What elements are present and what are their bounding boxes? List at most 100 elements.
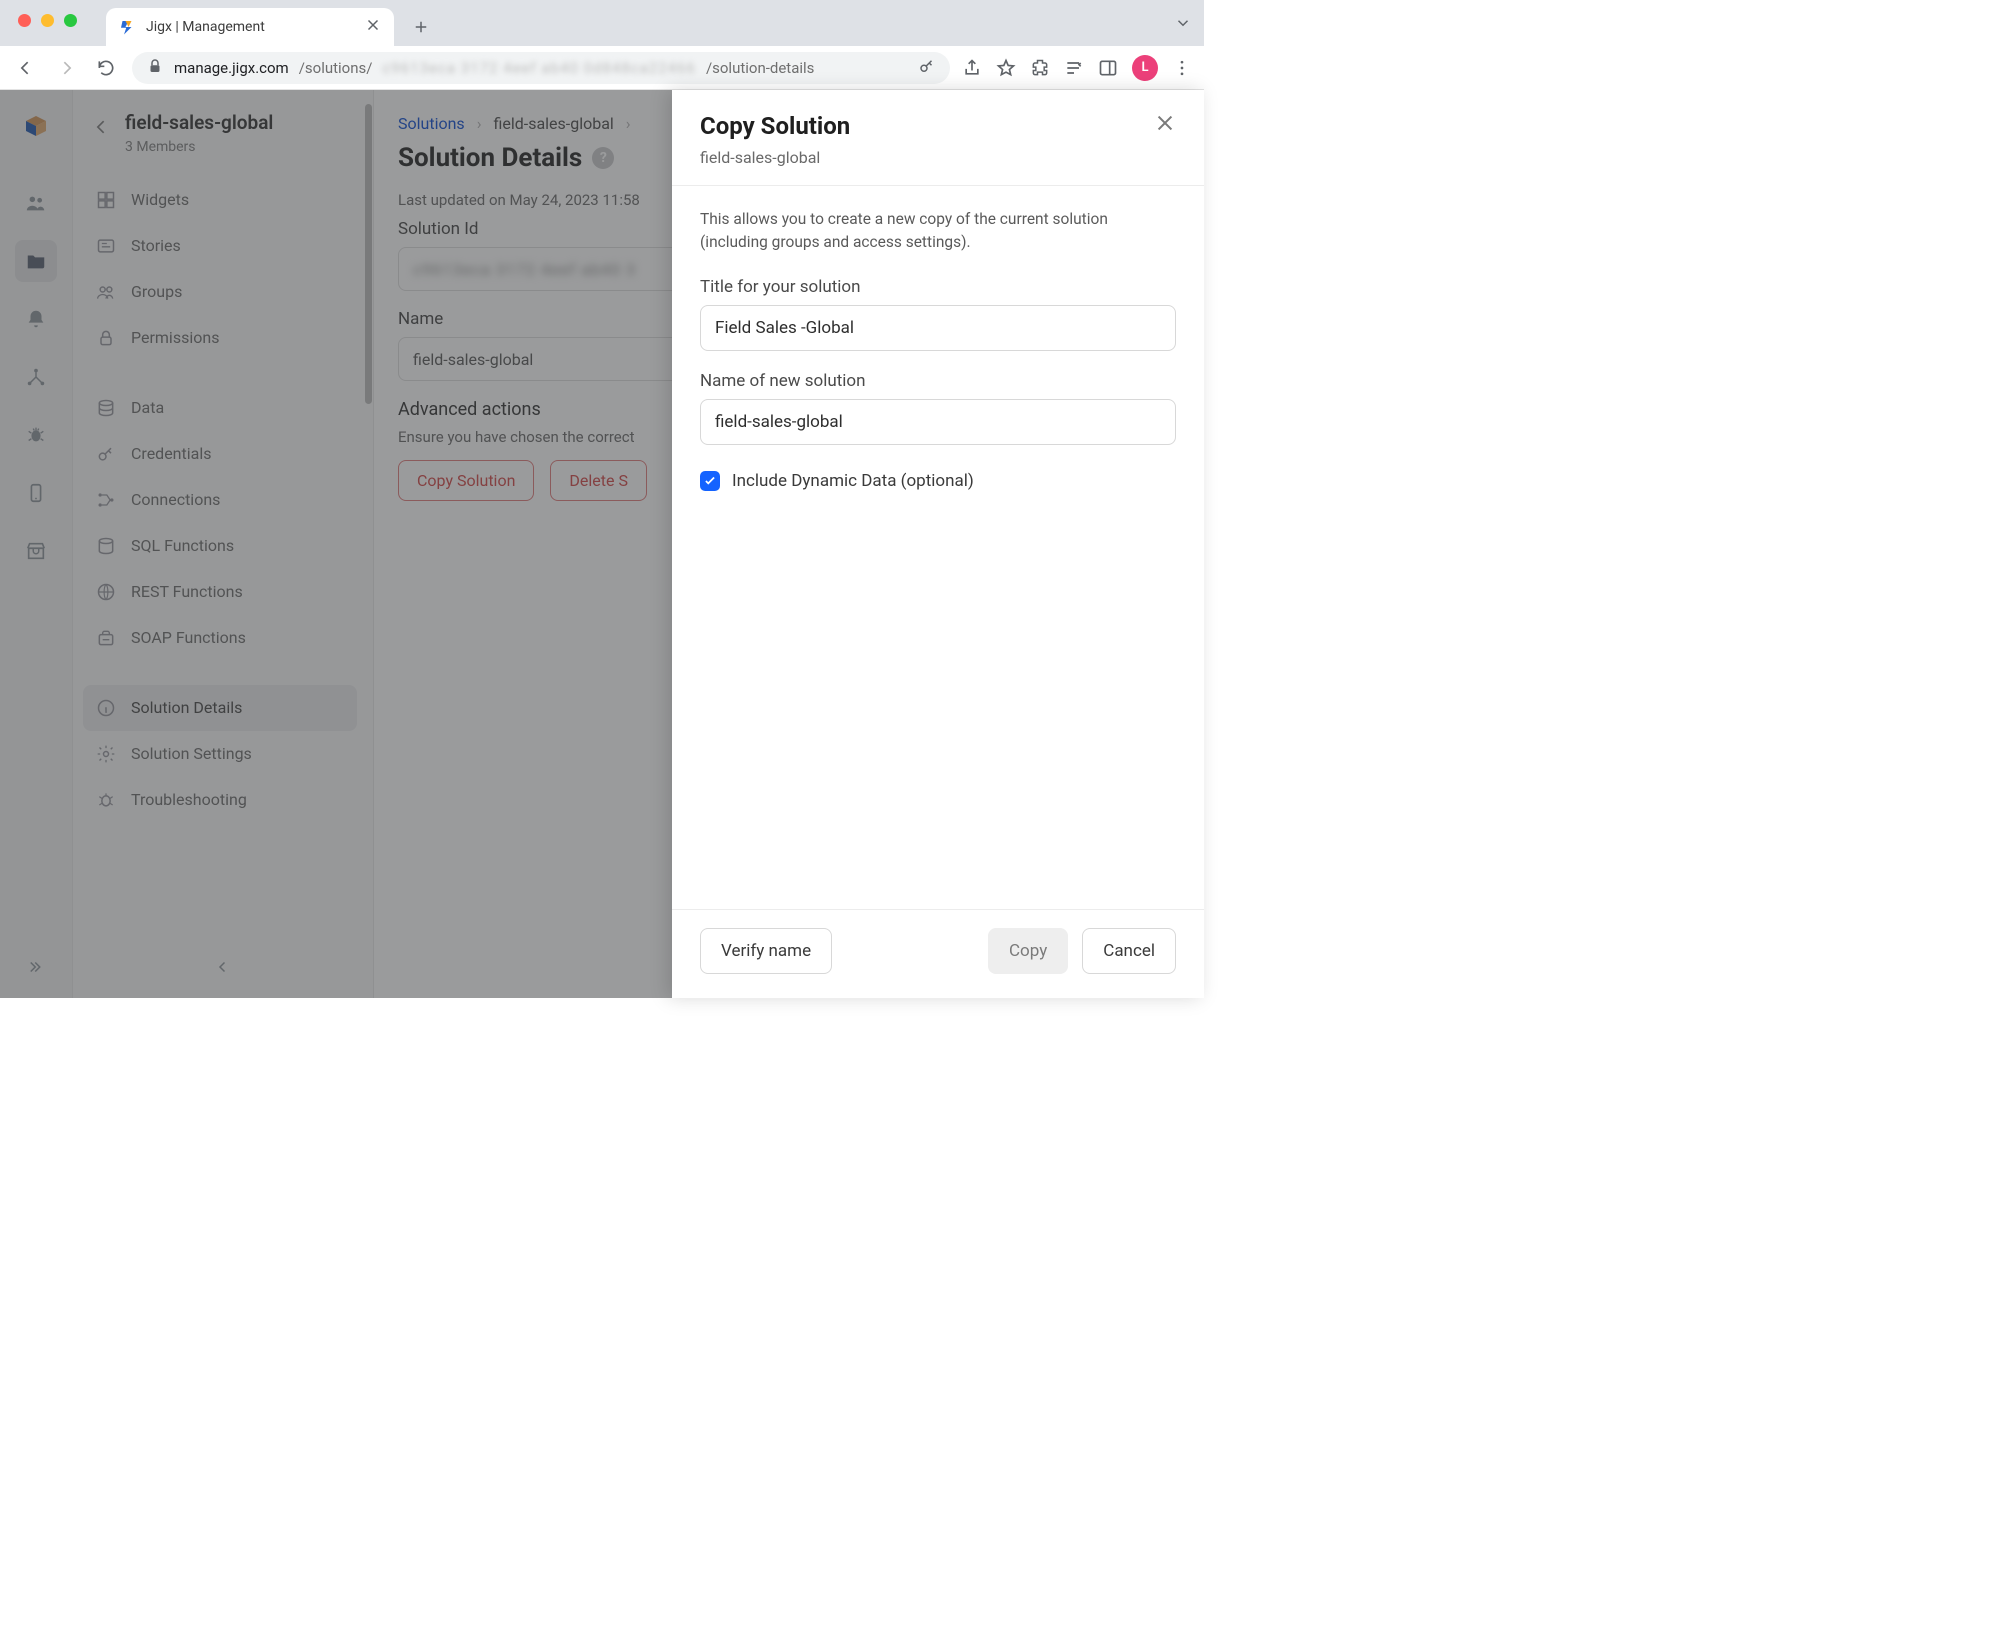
modal-name-input-label: Name of new solution <box>700 371 1176 391</box>
sidebar-item-permissions[interactable]: Permissions <box>83 315 357 361</box>
stories-icon <box>95 235 117 257</box>
star-icon[interactable] <box>996 58 1016 78</box>
lock-icon <box>146 57 164 79</box>
chevron-right-icon: › <box>626 114 631 133</box>
sidebar-item-data[interactable]: Data <box>83 385 357 431</box>
url-obscured-segment: c9613eca 3172 4eef ab40 0d848ca22466 <box>382 59 695 77</box>
sidebar-item-rest-functions[interactable]: REST Functions <box>83 569 357 615</box>
url-host: manage.jigx.com <box>174 59 289 77</box>
groups-icon <box>95 281 117 303</box>
sidebar-item-label: Credentials <box>131 444 212 463</box>
browser-toolbar: manage.jigx.com/solutions/c9613eca 3172 … <box>0 46 1204 90</box>
rail-expand-icon[interactable] <box>27 958 45 980</box>
modal-footer: Verify name Copy Cancel <box>672 909 1204 998</box>
cancel-button[interactable]: Cancel <box>1082 928 1176 974</box>
rail-item-notifications[interactable] <box>15 298 57 340</box>
data-icon <box>95 397 117 419</box>
browser-tab[interactable]: Jigx | Management <box>106 8 394 46</box>
browser-tab-strip: Jigx | Management <box>0 0 1204 46</box>
rail-item-network[interactable] <box>15 356 57 398</box>
sidebar-item-connections[interactable]: Connections <box>83 477 357 523</box>
sidebar-item-troubleshooting[interactable]: Troubleshooting <box>83 777 357 823</box>
settings-icon <box>95 743 117 765</box>
modal-name-input[interactable] <box>700 399 1176 445</box>
sidebar-item-soap-functions[interactable]: SOAP Functions <box>83 615 357 661</box>
address-bar[interactable]: manage.jigx.com/solutions/c9613eca 3172 … <box>132 52 950 84</box>
window-minimize-dot[interactable] <box>41 14 54 27</box>
rail-item-solutions[interactable] <box>15 240 57 282</box>
nav-reload-button[interactable] <box>92 54 120 82</box>
sidebar-collapse-icon[interactable] <box>214 958 232 980</box>
sidebar-item-label: Connections <box>131 490 220 509</box>
sidebar-item-label: SQL Functions <box>131 536 234 555</box>
modal-body: This allows you to create a new copy of … <box>672 186 1204 909</box>
copy-solution-modal: Copy Solution field-sales-global This al… <box>672 90 1204 998</box>
breadcrumb-root[interactable]: Solutions <box>398 114 465 133</box>
sidebar-item-groups[interactable]: Groups <box>83 269 357 315</box>
sidebar-nav: Widgets Stories Groups Permissions Data Crede… <box>83 177 357 823</box>
app-root: field-sales-global 3 Members Widgets Stor… <box>0 90 1204 998</box>
chrome-menu-icon[interactable] <box>1172 58 1192 78</box>
tabs-dropdown-icon[interactable] <box>1174 14 1192 36</box>
copy-solution-button[interactable]: Copy Solution <box>398 460 534 501</box>
credentials-icon <box>95 443 117 465</box>
modal-subtitle: field-sales-global <box>700 148 1142 167</box>
reading-list-icon[interactable] <box>1064 58 1084 78</box>
chevron-right-icon: › <box>477 114 482 133</box>
sidebar-item-label: SOAP Functions <box>131 628 246 647</box>
sidebar-item-widgets[interactable]: Widgets <box>83 177 357 223</box>
sidebar-item-label: Data <box>131 398 164 417</box>
modal-header: Copy Solution field-sales-global <box>672 90 1204 186</box>
share-icon[interactable] <box>962 58 982 78</box>
left-rail <box>0 90 72 998</box>
sidebar-back-button[interactable] <box>89 114 115 140</box>
url-path-prefix: /solutions/ <box>299 59 373 77</box>
copy-button[interactable]: Copy <box>988 928 1068 974</box>
sidebar-item-solution-settings[interactable]: Solution Settings <box>83 731 357 777</box>
jigx-logo[interactable] <box>18 108 54 144</box>
help-icon[interactable]: ? <box>592 147 614 169</box>
side-panel-icon[interactable] <box>1098 58 1118 78</box>
nav-forward-button <box>52 54 80 82</box>
include-dynamic-data-checkbox[interactable] <box>700 471 720 491</box>
sidebar-title: field-sales-global <box>125 112 273 135</box>
modal-close-button[interactable] <box>1154 112 1176 138</box>
extensions-icon[interactable] <box>1030 58 1050 78</box>
sidebar: field-sales-global 3 Members Widgets Stor… <box>72 90 374 998</box>
sidebar-item-sql-functions[interactable]: SQL Functions <box>83 523 357 569</box>
sidebar-item-stories[interactable]: Stories <box>83 223 357 269</box>
sidebar-header: field-sales-global 3 Members <box>83 104 357 173</box>
sidebar-item-solution-details[interactable]: Solution Details <box>83 685 357 731</box>
window-zoom-dot[interactable] <box>64 14 77 27</box>
rail-item-people[interactable] <box>15 182 57 224</box>
rest-icon <box>95 581 117 603</box>
sidebar-scrollbar[interactable] <box>365 104 372 404</box>
delete-solution-button[interactable]: Delete S <box>550 460 647 501</box>
include-dynamic-data-row[interactable]: Include Dynamic Data (optional) <box>700 471 1176 491</box>
window-close-dot[interactable] <box>18 14 31 27</box>
toolbar-right-icons: L <box>962 55 1192 81</box>
rail-item-store[interactable] <box>15 530 57 572</box>
tab-close-icon[interactable] <box>364 16 382 38</box>
url-path-suffix: /solution-details <box>706 59 814 77</box>
include-dynamic-data-label: Include Dynamic Data (optional) <box>732 471 974 491</box>
widgets-icon <box>95 189 117 211</box>
tab-title: Jigx | Management <box>146 19 354 35</box>
modal-title-input[interactable] <box>700 305 1176 351</box>
new-tab-button[interactable] <box>406 12 436 42</box>
rail-item-mobile[interactable] <box>15 472 57 514</box>
permissions-icon <box>95 327 117 349</box>
nav-back-button[interactable] <box>12 54 40 82</box>
breadcrumb-current[interactable]: field-sales-global <box>494 114 614 133</box>
sidebar-item-credentials[interactable]: Credentials <box>83 431 357 477</box>
sidebar-item-label: Permissions <box>131 328 219 347</box>
sidebar-item-label: Stories <box>131 236 181 255</box>
sidebar-item-label: Troubleshooting <box>131 790 247 809</box>
modal-title-input-label: Title for your solution <box>700 277 1176 297</box>
sql-icon <box>95 535 117 557</box>
rail-item-debug[interactable] <box>15 414 57 456</box>
key-icon[interactable] <box>918 57 936 79</box>
profile-avatar[interactable]: L <box>1132 55 1158 81</box>
verify-name-button[interactable]: Verify name <box>700 928 832 974</box>
modal-title: Copy Solution <box>700 112 1142 140</box>
